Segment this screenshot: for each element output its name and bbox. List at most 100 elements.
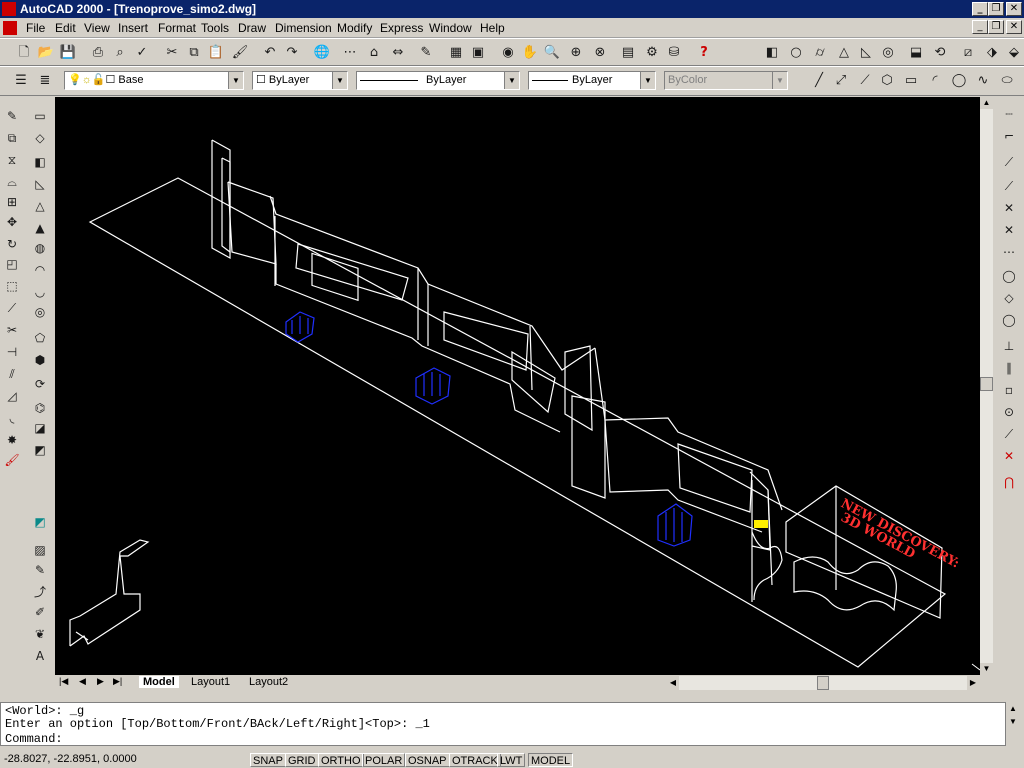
paintbrush-icon[interactable]: 🖌 — [3, 451, 21, 469]
dbconnect-icon[interactable]: ⛁ — [665, 44, 683, 62]
torus-surface-icon[interactable]: ◎ — [31, 303, 49, 321]
print-preview-icon[interactable]: ⌕ — [111, 44, 129, 62]
chevron-down-icon[interactable]: ▼ — [332, 72, 347, 89]
box-icon[interactable]: ◧ — [763, 44, 781, 62]
menu-modify[interactable]: Modify — [337, 21, 372, 35]
cone-surface-icon[interactable]: ▲ — [31, 219, 49, 237]
interfere-icon[interactable]: ⬙ — [1005, 44, 1023, 62]
construction-line-icon[interactable]: ⤢ — [832, 72, 850, 90]
snap-apparent-intersection-icon[interactable]: ✕ — [1000, 221, 1018, 239]
cut-icon[interactable]: ✂ — [163, 44, 181, 62]
menu-edit[interactable]: Edit — [55, 21, 76, 35]
edge-surface-icon[interactable]: ◩ — [31, 441, 49, 459]
move-icon[interactable]: ✥ — [3, 213, 21, 231]
spell-icon[interactable]: ✓ — [133, 44, 151, 62]
rectangle-icon[interactable]: ▭ — [902, 72, 920, 90]
lineweight-combo[interactable]: ByLayer ▼ — [528, 71, 656, 90]
shade-icon[interactable]: ◩ — [31, 513, 49, 531]
lights-icon[interactable]: ✐ — [31, 603, 49, 621]
box-surface-icon[interactable]: ◧ — [31, 153, 49, 171]
rotate-icon[interactable]: ↻ — [3, 235, 21, 253]
menu-format[interactable]: Format — [158, 21, 196, 35]
snap-endpoint-icon[interactable]: ⟋ — [1000, 153, 1018, 171]
zoom-previous-icon[interactable]: ⊗ — [591, 44, 609, 62]
snap-perpendicular-icon[interactable]: ⊥ — [1000, 337, 1018, 355]
sphere-surface-icon[interactable]: ◍ — [31, 239, 49, 257]
make-layer-current-icon[interactable]: ≣ — [36, 72, 54, 90]
doc-minimize-button[interactable]: _ — [972, 20, 988, 34]
pyramid-icon[interactable]: △ — [31, 197, 49, 215]
next-tab-arrow-icon[interactable]: ▶ — [97, 676, 104, 687]
3d-mesh-icon[interactable]: ⬢ — [31, 351, 49, 369]
scroll-up-arrow-icon[interactable]: ▲ — [980, 97, 993, 109]
stretch-icon[interactable]: ⬚ — [3, 277, 21, 295]
tabulated-surface-icon[interactable]: ⌬ — [31, 399, 49, 417]
snap-center-icon[interactable]: ◯ — [1000, 267, 1018, 285]
scale-icon[interactable]: ◰ — [3, 255, 21, 273]
3d-views-icon[interactable]: ▣ — [469, 44, 487, 62]
ellipse-icon[interactable]: ⬭ — [998, 72, 1016, 90]
command-scrollbar[interactable]: ▲ ▼ — [1006, 702, 1020, 730]
temporary-tracking-icon[interactable]: ┈ — [1000, 105, 1018, 123]
cone-icon[interactable]: △ — [835, 44, 853, 62]
slice-icon[interactable]: ⧄ — [959, 44, 977, 62]
command-prompt[interactable]: Command: — [5, 732, 63, 746]
cylinder-icon[interactable]: ⌭ — [811, 44, 829, 62]
command-window[interactable]: <World>: _g Enter an option [Top/Bottom/… — [0, 702, 1006, 746]
render-icon[interactable]: ✎ — [31, 561, 49, 579]
redo-icon[interactable]: ↷ — [283, 44, 301, 62]
match-properties-icon[interactable]: 🖌 — [231, 44, 249, 62]
paste-icon[interactable]: 📋 — [207, 44, 225, 62]
3d-orbit-icon[interactable]: ◉ — [499, 44, 517, 62]
sphere-icon[interactable]: ○ — [787, 44, 805, 62]
snap-toggle[interactable]: SNAP — [250, 753, 286, 767]
coordinate-readout[interactable]: -28.8027, -22.8951, 0.0000 — [4, 753, 137, 765]
dish-icon[interactable]: ◡ — [31, 283, 49, 301]
color-combo[interactable]: ☐ ByLayer ▼ — [252, 71, 348, 90]
save-icon[interactable]: 💾 — [59, 44, 77, 62]
scroll-thumb[interactable] — [980, 377, 993, 391]
distance-icon[interactable]: ⇔ — [389, 44, 407, 62]
properties-icon[interactable]: ▤ — [619, 44, 637, 62]
chevron-down-icon[interactable]: ▼ — [640, 72, 655, 89]
menu-file[interactable]: File — [26, 21, 45, 35]
model-toggle[interactable]: MODEL — [528, 753, 574, 767]
document-icon[interactable] — [3, 21, 17, 35]
menu-help[interactable]: Help — [480, 21, 505, 35]
h-scroll-thumb[interactable] — [817, 676, 829, 690]
3d-face-icon[interactable]: ◇ — [31, 129, 49, 147]
revolved-surface-icon[interactable]: ⟳ — [31, 375, 49, 393]
scroll-right-arrow-icon[interactable]: ▶ — [967, 676, 979, 690]
wedge-icon[interactable]: ◺ — [857, 44, 875, 62]
open-icon[interactable]: 📂 — [37, 44, 55, 62]
snap-insert-icon[interactable]: ▫ — [1000, 381, 1018, 399]
trim-icon[interactable]: ✂ — [3, 321, 21, 339]
edge-icon[interactable]: ⬠ — [31, 329, 49, 347]
tracking-icon[interactable]: ⋯ — [341, 44, 359, 62]
menu-insert[interactable]: Insert — [118, 21, 148, 35]
ortho-toggle[interactable]: ORTHO — [318, 753, 364, 767]
menu-draw[interactable]: Draw — [238, 21, 266, 35]
snap-node-icon[interactable]: ⊙ — [1000, 403, 1018, 421]
doc-restore-button[interactable]: ❐ — [988, 20, 1004, 34]
osnap-toggle[interactable]: OSNAP — [405, 753, 450, 767]
new-icon[interactable]: 🗋 — [15, 44, 33, 62]
zoom-realtime-icon[interactable]: 🔍 — [543, 44, 561, 62]
revolve-icon[interactable]: ⟲ — [931, 44, 949, 62]
extrude-icon[interactable]: ⬓ — [907, 44, 925, 62]
tab-layout2[interactable]: Layout2 — [249, 676, 288, 688]
drawing-canvas[interactable]: NEW DISCOVERY: 3D WORLD — [55, 97, 980, 675]
last-tab-arrow-icon[interactable]: ▶| — [113, 676, 122, 687]
help-icon[interactable]: ? — [695, 44, 713, 62]
menu-window[interactable]: Window — [429, 21, 472, 35]
grid-toggle[interactable]: GRID — [285, 753, 319, 767]
horizontal-scrollbar[interactable]: ◀ ▶ — [667, 676, 979, 690]
line-icon[interactable]: ╱ — [810, 72, 828, 90]
ucs-icon[interactable]: ⌂ — [365, 44, 383, 62]
offset-icon[interactable]: ⌓ — [3, 173, 21, 191]
osnap-settings-icon[interactable]: ⋂ — [1000, 473, 1018, 491]
zoom-window-icon[interactable]: ⊕ — [567, 44, 585, 62]
chevron-down-icon[interactable]: ▼ — [228, 72, 243, 89]
mirror-icon[interactable]: ⧖ — [3, 151, 21, 169]
chamfer-icon[interactable]: ◿ — [3, 387, 21, 405]
